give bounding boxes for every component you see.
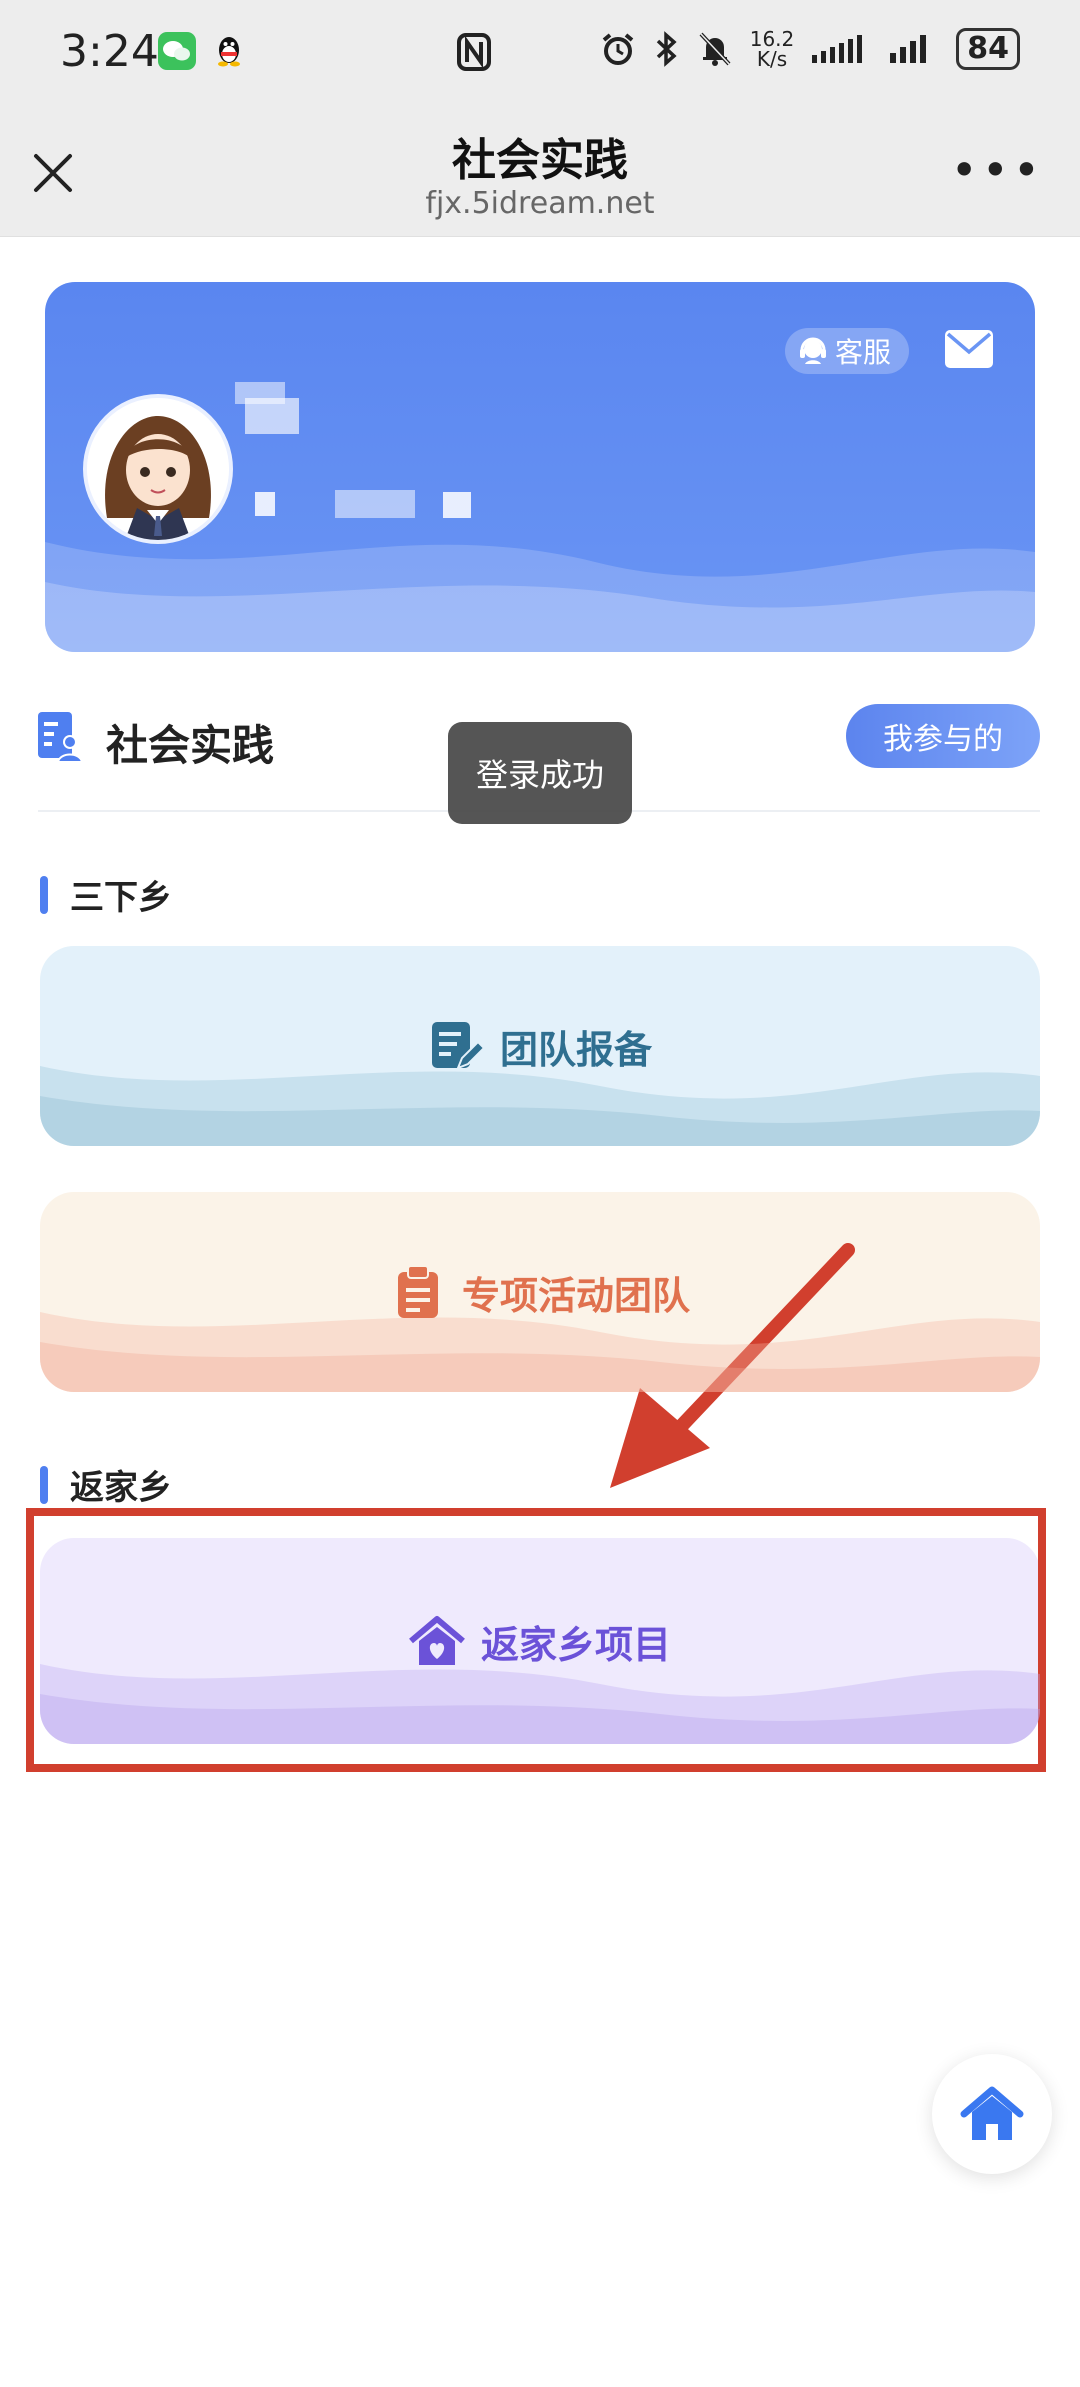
login-success-toast: 登录成功 — [448, 722, 632, 824]
status-right-group: 16.2 K/s 84 — [600, 28, 1020, 70]
customer-service-button[interactable]: 客服 — [785, 328, 910, 374]
group-label-sanxiaxiang: 三下乡 — [40, 870, 172, 919]
bluetooth-icon — [656, 31, 677, 67]
group-accent-bar — [40, 875, 48, 914]
group-label-fanjiaxiang: 返家乡 — [40, 1460, 172, 1509]
special-activity-team-card[interactable]: 专项活动团队 — [40, 1192, 1040, 1392]
social-practice-icon — [38, 712, 84, 762]
profile-card: 客服 — [45, 282, 1035, 652]
nfc-icon — [456, 32, 492, 76]
signal-icon — [812, 35, 863, 63]
user-name-redacted — [245, 398, 299, 434]
status-bar: 3:24 16.2 K/s 84 — [0, 0, 1080, 110]
mute-icon — [699, 32, 731, 66]
net-speed: 16.2 K/s — [750, 29, 795, 69]
user-info-redacted — [255, 492, 275, 516]
group-label-text: 三下乡 — [70, 878, 172, 918]
home-icon — [960, 2086, 1024, 2140]
special-activity-team-label: 专项活动团队 — [461, 1273, 690, 1318]
hometown-project-card[interactable]: 返家乡项目 — [40, 1538, 1040, 1744]
qq-icon — [210, 32, 248, 70]
net-speed-unit: K/s — [756, 47, 788, 71]
battery-indicator: 84 — [956, 28, 1020, 70]
wechat-icon — [158, 32, 196, 70]
team-report-card[interactable]: 团队报备 — [40, 946, 1040, 1146]
home-heart-icon — [409, 1616, 465, 1665]
clipboard-icon — [397, 1265, 438, 1318]
hometown-project-label: 返家乡项目 — [480, 1622, 671, 1667]
team-report-label: 团队报备 — [499, 1027, 652, 1072]
user-info-redacted — [443, 492, 471, 518]
net-speed-value: 16.2 — [749, 27, 795, 51]
alarm-icon — [602, 33, 633, 65]
page-url: fjx.5idream.net — [425, 186, 655, 221]
page-title: 社会实践 — [452, 135, 628, 186]
headset-icon — [800, 337, 826, 364]
signal-icon-2 — [890, 35, 927, 63]
customer-service-label: 客服 — [835, 336, 892, 369]
user-avatar[interactable] — [83, 394, 233, 544]
section-title: 社会实践 — [106, 721, 275, 770]
my-joined-button[interactable]: 我参与的 — [846, 704, 1040, 768]
user-info-redacted — [335, 490, 415, 518]
home-button[interactable] — [932, 2054, 1052, 2174]
group-accent-bar — [40, 1465, 48, 1504]
mail-icon[interactable] — [945, 330, 993, 368]
group-label-text: 返家乡 — [70, 1468, 172, 1508]
edit-document-icon — [431, 1022, 484, 1070]
webview-nav-bar: 社会实践 fjx.5idream.net ••• — [0, 110, 1080, 237]
status-time: 3:24 — [60, 26, 159, 77]
more-menu-button[interactable]: ••• — [951, 147, 1044, 193]
